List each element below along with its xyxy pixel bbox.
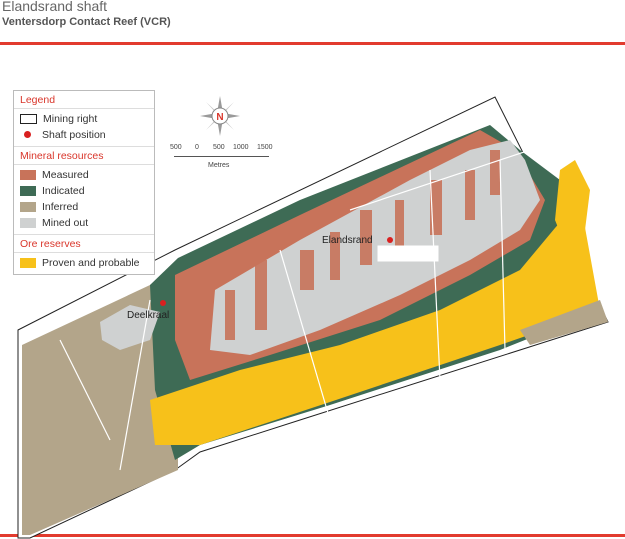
deelkraal-shaft-marker	[160, 300, 166, 306]
legend-reserves-block: Proven and probable	[14, 253, 154, 274]
legend-label: Mining right	[43, 113, 98, 125]
legend-item-mining-right: Mining right	[14, 111, 154, 127]
scale-tick: 1000	[233, 144, 249, 151]
legend-heading: Legend	[14, 91, 154, 109]
legend-section-heading: Ore reserves	[14, 235, 154, 253]
scale-unit: Metres	[208, 162, 230, 169]
legend-label: Proven and probable	[42, 257, 140, 269]
scale-tick: 1500	[257, 144, 273, 151]
legend-item-mined-out: Mined out	[14, 215, 154, 231]
compass: N	[200, 96, 240, 136]
measured-swatch	[20, 170, 36, 180]
legend-general-block: Mining right Shaft position	[14, 109, 154, 147]
legend-label: Mined out	[42, 217, 89, 229]
scale-tick: 0	[195, 144, 199, 151]
scale-tick: 500	[170, 144, 182, 151]
compass-north-label: N	[216, 112, 223, 123]
inferred-swatch	[20, 202, 36, 212]
compass-rose-icon: N	[200, 96, 240, 136]
scale-tick: 500	[213, 144, 225, 151]
indicated-swatch	[20, 186, 36, 196]
legend-label: Measured	[42, 169, 89, 181]
deelkraal-label: Deelkraal	[127, 310, 170, 321]
shaft-dot-icon	[20, 130, 36, 140]
scale-line	[174, 156, 269, 157]
mining-right-swatch	[20, 114, 37, 124]
legend-item-inferred: Inferred	[14, 199, 154, 215]
legend-item-measured: Measured	[14, 167, 154, 183]
legend-resources-block: Measured Indicated Inferred Mined out	[14, 165, 154, 235]
legend: Legend Mining right Shaft position Miner…	[13, 90, 155, 275]
elandsrand-shaft-marker	[387, 237, 393, 243]
shaft-area-box	[377, 245, 439, 262]
elandsrand-label: Elandsrand	[322, 235, 373, 246]
proven-probable-swatch	[20, 258, 36, 268]
legend-item-indicated: Indicated	[14, 183, 154, 199]
legend-item-shaft: Shaft position	[14, 127, 154, 143]
legend-label: Inferred	[42, 201, 79, 213]
legend-label: Indicated	[42, 185, 85, 197]
mined-out-swatch	[20, 218, 36, 228]
legend-label: Shaft position	[42, 129, 106, 141]
legend-section-heading: Mineral resources	[14, 147, 154, 165]
legend-item-proven-probable: Proven and probable	[14, 255, 154, 271]
